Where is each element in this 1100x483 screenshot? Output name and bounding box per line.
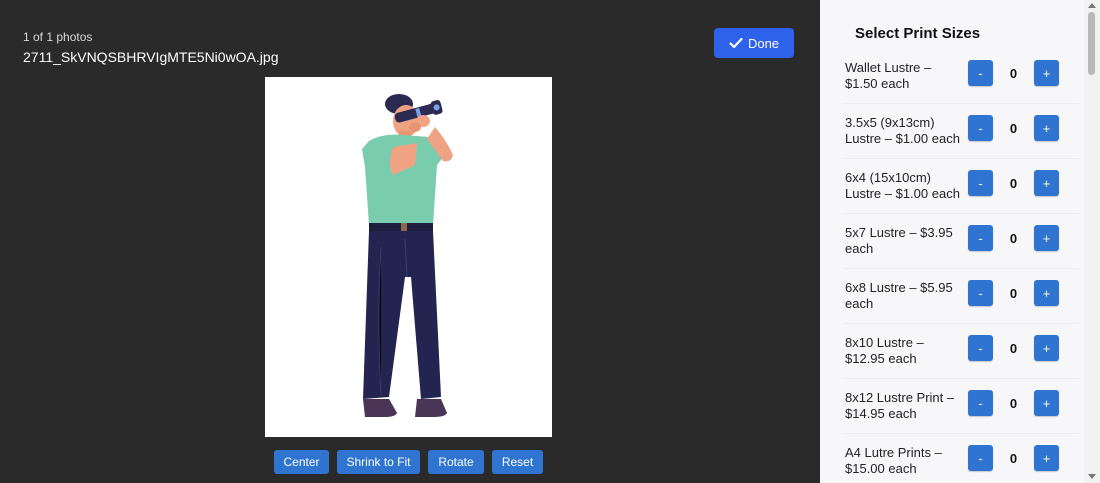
- size-row-wallet: Wallet Lustre – $1.50 each - 0 +: [845, 48, 1079, 104]
- print-sizes-panel: Select Print Sizes Wallet Lustre – $1.50…: [820, 0, 1100, 483]
- increase-button[interactable]: +: [1034, 115, 1059, 141]
- quantity-value: 0: [1009, 120, 1018, 136]
- quantity-value: 0: [1009, 285, 1018, 301]
- decrease-button[interactable]: -: [968, 445, 993, 471]
- done-button[interactable]: Done: [714, 28, 794, 58]
- checkmark-icon: [729, 37, 743, 49]
- size-row-a4: A4 Lutre Prints – $15.00 each - 0 +: [845, 433, 1079, 483]
- size-label: A4 Lutre Prints – $15.00 each: [845, 444, 942, 476]
- size-row-8x10: 8x10 Lustre – $12.95 each - 0 +: [845, 323, 1079, 379]
- photo-filename: 2711_SkVNQSBHRVIgMTE5Ni0wOA.jpg: [23, 49, 279, 65]
- quantity-value: 0: [1009, 65, 1018, 81]
- quantity-value: 0: [1009, 340, 1018, 356]
- decrease-button[interactable]: -: [968, 170, 993, 196]
- size-row-3-5x5: 3.5x5 (9x13cm) Lustre – $1.00 each - 0 +: [845, 103, 1079, 159]
- increase-button[interactable]: +: [1034, 170, 1059, 196]
- scroll-down-arrow-icon[interactable]: [1088, 474, 1096, 479]
- decrease-button[interactable]: -: [968, 60, 993, 86]
- size-label: Wallet Lustre – $1.50 each: [845, 59, 932, 91]
- decrease-button[interactable]: -: [968, 335, 993, 361]
- increase-button[interactable]: +: [1034, 225, 1059, 251]
- size-label: 3.5x5 (9x13cm) Lustre – $1.00 each: [845, 114, 960, 146]
- photo-preview[interactable]: [265, 77, 552, 437]
- size-label: 8x12 Lustre Print – $14.95 each: [845, 389, 955, 421]
- photo-count: 1 of 1 photos: [23, 30, 93, 44]
- increase-button[interactable]: +: [1034, 445, 1059, 471]
- quantity-value: 0: [1009, 450, 1018, 466]
- panel-title: Select Print Sizes: [855, 25, 981, 42]
- decrease-button[interactable]: -: [968, 390, 993, 416]
- done-label: Done: [747, 35, 780, 51]
- decrease-button[interactable]: -: [968, 115, 993, 141]
- size-label: 6x4 (15x10cm) Lustre – $1.00 each: [845, 169, 960, 201]
- person-with-telescope-illustration: [362, 94, 453, 417]
- center-button[interactable]: Center: [274, 450, 329, 474]
- size-label: 8x10 Lustre – $12.95 each: [845, 334, 924, 366]
- scroll-thumb[interactable]: [1088, 12, 1095, 75]
- reset-button[interactable]: Reset: [492, 450, 543, 474]
- increase-button[interactable]: +: [1034, 390, 1059, 416]
- decrease-button[interactable]: -: [968, 225, 993, 251]
- increase-button[interactable]: +: [1034, 335, 1059, 361]
- size-row-6x4: 6x4 (15x10cm) Lustre – $1.00 each - 0 +: [845, 158, 1079, 214]
- photo-tools: Center Shrink to Fit Rotate Reset: [0, 450, 820, 474]
- increase-button[interactable]: +: [1034, 60, 1059, 86]
- increase-button[interactable]: +: [1034, 280, 1059, 306]
- scroll-up-arrow-icon[interactable]: [1088, 3, 1096, 8]
- quantity-value: 0: [1009, 175, 1018, 191]
- size-row-6x8: 6x8 Lustre – $5.95 each - 0 +: [845, 268, 1079, 324]
- quantity-value: 0: [1009, 230, 1018, 246]
- panel-scrollbar[interactable]: [1084, 0, 1100, 483]
- size-row-5x7: 5x7 Lustre – $3.95 each - 0 +: [845, 213, 1079, 269]
- size-label: 6x8 Lustre – $5.95 each: [845, 279, 953, 311]
- quantity-value: 0: [1009, 395, 1018, 411]
- rotate-button[interactable]: Rotate: [428, 450, 484, 474]
- shrink-to-fit-button[interactable]: Shrink to Fit: [337, 450, 420, 474]
- decrease-button[interactable]: -: [968, 280, 993, 306]
- size-label: 5x7 Lustre – $3.95 each: [845, 224, 953, 256]
- photo-info: 1 of 1 photos 2711_SkVNQSBHRVIgMTE5Ni0wO…: [23, 30, 278, 65]
- size-row-8x12: 8x12 Lustre Print – $14.95 each - 0 +: [845, 378, 1079, 434]
